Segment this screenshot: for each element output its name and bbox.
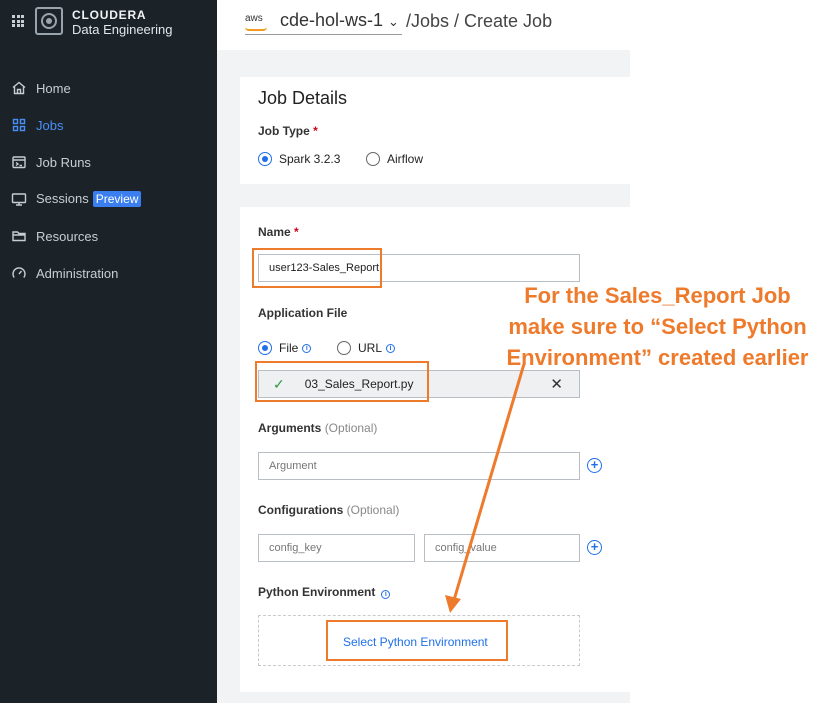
aws-smile-icon	[245, 27, 267, 31]
job-details-card: Job Details Job Type * Spark 3.2.3 Airfl…	[240, 77, 630, 184]
sidebar-item-home[interactable]: Home	[0, 74, 217, 102]
close-icon[interactable]: ✕	[550, 375, 563, 393]
folder-icon	[12, 231, 26, 242]
configurations-label: Configurations (Optional)	[258, 503, 400, 517]
sidebar-item-sessions[interactable]: Sessions Preview	[0, 185, 217, 213]
annotation-line-1: For the Sales_Report Job	[524, 283, 791, 308]
gauge-icon	[12, 267, 26, 278]
annotation-line-2: make sure to “Select Python	[508, 314, 807, 339]
workspace-selector[interactable]: cde-hol-ws-1	[280, 10, 383, 31]
aws-logo: aws	[245, 13, 263, 24]
brand-name: CLOUDERA	[72, 8, 147, 22]
python-environment-label: Python Environment i	[258, 585, 391, 599]
file-highlight-box	[255, 361, 429, 402]
job-type-label: Job Type *	[258, 124, 318, 138]
workspace-underline	[245, 34, 402, 35]
job-type-airflow-radio[interactable]: Airflow	[366, 152, 423, 166]
sidebar-item-label: Administration	[36, 265, 119, 281]
job-runs-icon	[12, 156, 26, 169]
sidebar-item-label: Home	[36, 80, 71, 96]
app-switcher-icon[interactable]	[12, 15, 24, 27]
info-icon: i	[302, 343, 312, 353]
top-bar: aws cde-hol-ws-1 ⌄ /Jobs / Create Job	[217, 0, 630, 50]
sidebar-item-administration[interactable]: Administration	[0, 259, 217, 287]
breadcrumb: /Jobs / Create Job	[406, 11, 553, 31]
add-configuration-icon[interactable]: +	[587, 540, 602, 555]
sidebar-item-label: Jobs	[36, 117, 64, 133]
sessions-icon	[11, 193, 27, 206]
sidebar-item-label: Resources	[36, 228, 99, 244]
sidebar-item-job-runs[interactable]: Job Runs	[0, 148, 217, 176]
config-key-input[interactable]: config_key	[258, 534, 415, 562]
section-title: Job Details	[258, 88, 348, 108]
info-icon: i	[386, 343, 396, 353]
sidebar-item-label: Job Runs	[36, 154, 91, 170]
arguments-label: Arguments (Optional)	[258, 421, 378, 435]
file-radio[interactable]: File i	[258, 341, 312, 355]
chevron-down-icon[interactable]: ⌄	[388, 14, 399, 30]
argument-input[interactable]: Argument	[258, 452, 580, 480]
url-radio[interactable]: URL i	[337, 341, 396, 355]
annotation-text: For the Sales_Report Job make sure to “S…	[478, 280, 837, 373]
add-argument-icon[interactable]: +	[587, 458, 602, 473]
config-value-input[interactable]: config_value	[424, 534, 580, 562]
name-label: Name *	[258, 225, 299, 239]
application-file-label: Application File	[258, 306, 348, 320]
name-highlight-box	[252, 248, 382, 288]
home-icon	[12, 81, 26, 95]
python-env-highlight-box	[326, 620, 508, 661]
sidebar-item-resources[interactable]: Resources	[0, 222, 217, 250]
sidebar-item-label: Sessions Preview	[36, 191, 142, 207]
brand-header: CLOUDERA Data Engineering	[0, 0, 217, 44]
sidebar: CLOUDERA Data Engineering Home Jobs Job …	[0, 0, 217, 703]
job-type-spark-radio[interactable]: Spark 3.2.3	[258, 152, 340, 166]
cloudera-logo	[35, 7, 63, 35]
brand-subtitle: Data Engineering	[72, 22, 173, 37]
preview-badge: Preview	[92, 191, 142, 207]
jobs-icon	[12, 118, 26, 132]
info-icon: i	[381, 590, 391, 599]
annotation-line-3: Environment” created earlier	[506, 345, 809, 370]
sidebar-item-jobs[interactable]: Jobs	[0, 111, 217, 139]
